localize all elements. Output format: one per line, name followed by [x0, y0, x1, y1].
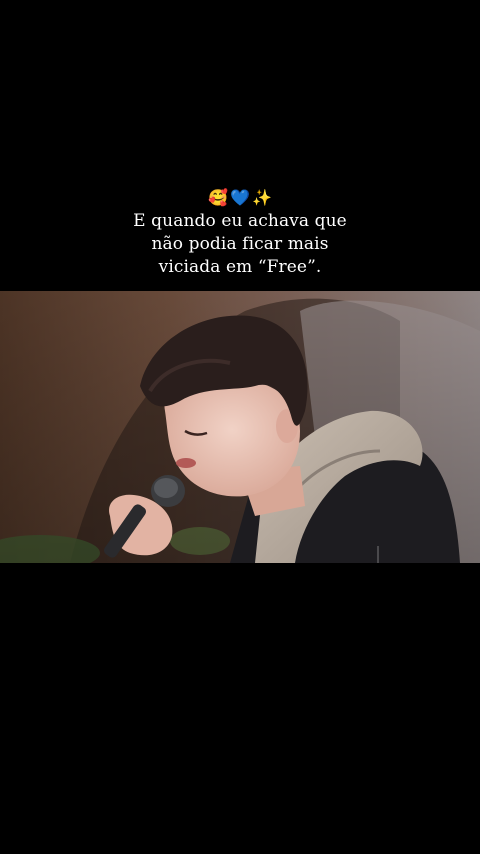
smiling-face-hearts-icon: 🥰 [208, 188, 229, 207]
sparkles-icon: ✨ [251, 188, 272, 207]
story-screen: 🥰 💙 ✨ E quando eu achava que não podia fic… [0, 0, 480, 854]
blue-heart-icon: 💙 [230, 188, 250, 207]
caption-line-2: não podia ficar mais [151, 234, 329, 254]
caption-block: 🥰 💙 ✨ E quando eu achava que não podia fic… [0, 186, 480, 279]
emoji-row: 🥰 💙 ✨ [0, 186, 480, 210]
caption-line-1: E quando eu achava que [133, 211, 347, 231]
caption-line-3: viciada em “Free”. [158, 257, 322, 277]
video-frame[interactable] [0, 291, 480, 563]
singer-scene-image [0, 291, 480, 563]
